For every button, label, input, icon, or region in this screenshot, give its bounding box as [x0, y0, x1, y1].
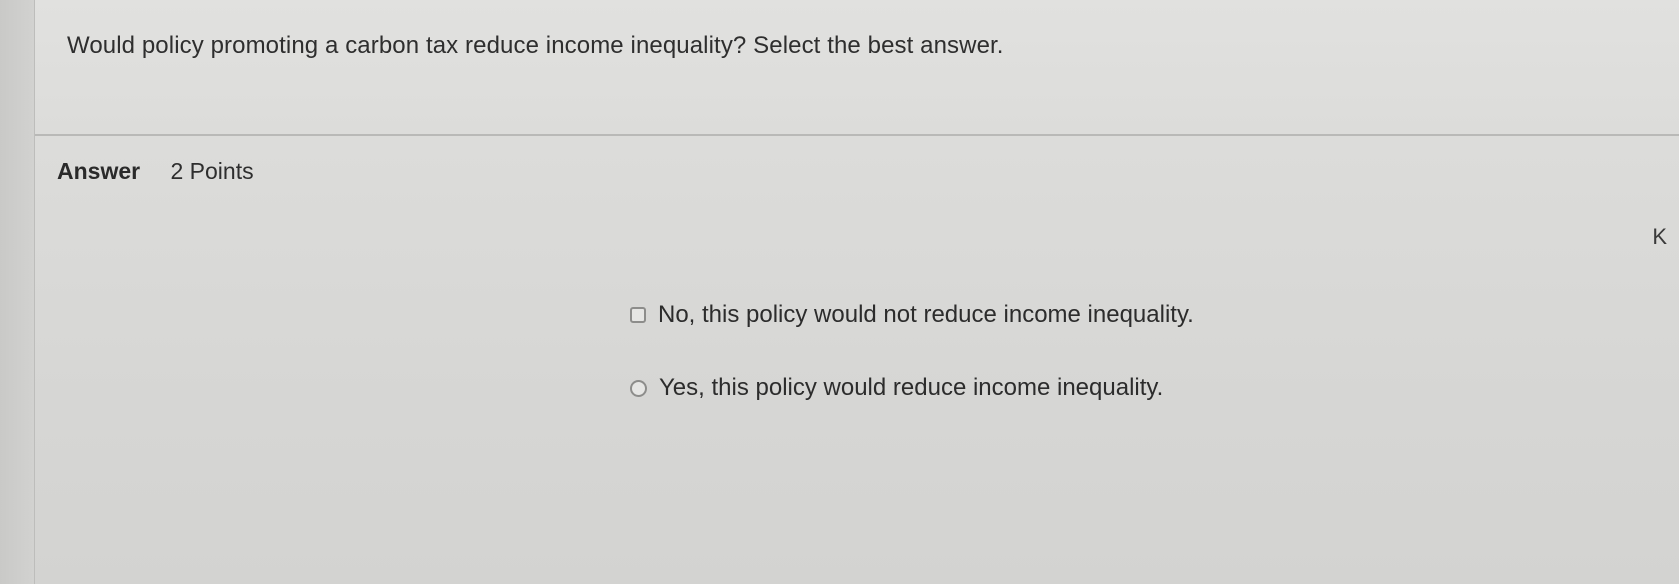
left-edge-strip	[0, 0, 35, 584]
answer-option-no[interactable]: No, this policy would not reduce income …	[630, 301, 1194, 329]
answer-label: Answer	[57, 158, 141, 184]
side-letter: K	[1652, 224, 1667, 249]
radio-unchecked-icon[interactable]	[630, 307, 646, 323]
points-label: 2 Points	[170, 158, 254, 184]
answer-option-yes[interactable]: Yes, this policy would reduce income ine…	[630, 374, 1163, 402]
answer-option-label: Yes, this policy would reduce income ine…	[659, 374, 1164, 401]
question-panel: Would policy promoting a carbon tax redu…	[35, 0, 1679, 136]
question-text: Would policy promoting a carbon tax redu…	[67, 32, 1004, 59]
answer-header: Answer 2 Points	[57, 158, 254, 185]
answer-option-label: No, this policy would not reduce income …	[658, 301, 1194, 328]
answer-panel: Answer 2 Points K No, this policy would …	[35, 136, 1679, 584]
radio-unchecked-icon[interactable]	[630, 379, 647, 397]
